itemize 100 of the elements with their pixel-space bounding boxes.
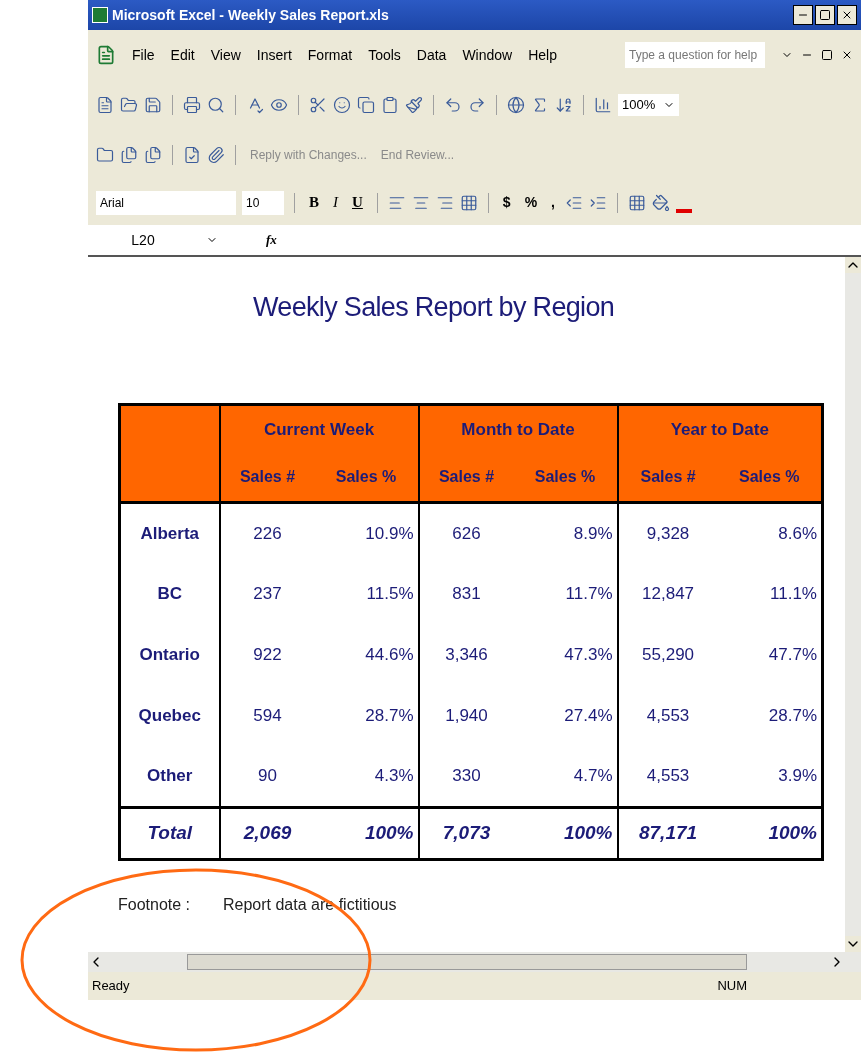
table-cell: 44.6%: [314, 624, 419, 685]
region-cell: Ontario: [119, 624, 220, 685]
horizontal-scrollbar[interactable]: [88, 952, 861, 972]
number-format-button[interactable]: ,: [547, 192, 559, 213]
new-icon[interactable]: [96, 96, 114, 114]
menu-item[interactable]: Edit: [170, 44, 195, 66]
table-cell: 4,553: [617, 685, 718, 746]
sort-icon[interactable]: [555, 96, 573, 114]
function-label[interactable]: fx: [266, 230, 277, 250]
table-cell: 922: [219, 624, 315, 685]
menu-item[interactable]: Insert: [256, 44, 292, 66]
menu-item[interactable]: Data: [416, 44, 447, 66]
cut-icon[interactable]: [309, 96, 327, 114]
table-cell: 831: [418, 563, 514, 624]
menu-item[interactable]: File: [132, 44, 155, 66]
table-cell: 90: [219, 746, 315, 807]
close-button[interactable]: [837, 5, 857, 25]
table-cell: 330: [418, 746, 514, 807]
menu-item[interactable]: Tools: [368, 44, 401, 66]
style-button[interactable]: B: [305, 191, 323, 214]
total-cell: 100%: [717, 807, 823, 859]
table-cell: 594: [219, 685, 315, 746]
number-format-button[interactable]: %: [520, 192, 542, 213]
table-cell: 8.9%: [513, 502, 618, 563]
table-cell: 28.7%: [717, 685, 823, 746]
table-cell: 626: [418, 502, 514, 563]
menu-item[interactable]: Format: [307, 44, 353, 66]
document-check-icon[interactable]: [183, 146, 201, 164]
scroll-thumb[interactable]: [186, 954, 747, 970]
status-indicator: NUM: [717, 977, 747, 996]
style-button[interactable]: U: [348, 191, 367, 214]
table-cell: 11.5%: [314, 563, 419, 624]
region-cell: Other: [119, 746, 220, 807]
maximize-button[interactable]: [815, 5, 835, 25]
menu-item[interactable]: Help: [528, 44, 557, 66]
workbook-icon: [96, 45, 116, 65]
column-header: Sales #: [418, 454, 514, 502]
column-group-header: Current Week: [219, 404, 419, 454]
column-group-header: Month to Date: [418, 404, 618, 454]
column-header: Sales #: [617, 454, 718, 502]
column-header: Sales %: [717, 454, 823, 502]
format-painter-icon[interactable]: [405, 96, 423, 114]
column-header: Sales #: [219, 454, 315, 502]
files-icon[interactable]: [144, 146, 162, 164]
files-icon[interactable]: [120, 146, 138, 164]
chart-icon[interactable]: [594, 96, 612, 114]
font-field[interactable]: Arial: [96, 190, 236, 215]
number-format-button[interactable]: $: [498, 192, 515, 213]
column-header: Sales %: [314, 454, 419, 502]
menu-item[interactable]: View: [210, 44, 241, 66]
region-cell: Alberta: [119, 502, 220, 563]
vertical-scrollbar[interactable]: [845, 257, 861, 952]
open-icon[interactable]: [120, 96, 138, 114]
smiley-icon[interactable]: [333, 96, 351, 114]
borders-icon[interactable]: [628, 193, 646, 212]
status-text: Ready: [92, 977, 130, 996]
style-button[interactable]: I: [329, 191, 342, 214]
scroll-down-icon[interactable]: [845, 936, 861, 952]
total-cell: 87,171: [617, 807, 718, 859]
table-cell: 9,328: [617, 502, 718, 563]
zoom-field[interactable]: 100%: [618, 94, 680, 116]
table-cell: 11.7%: [513, 563, 618, 624]
maximize-icon: [819, 9, 831, 21]
table-cell: 12,847: [617, 563, 718, 624]
name-box[interactable]: L20: [88, 225, 198, 255]
copy-icon[interactable]: [357, 96, 375, 114]
attachment-icon[interactable]: [207, 146, 225, 164]
table-cell: 3,346: [418, 624, 514, 685]
table-cell: 11.1%: [717, 563, 823, 624]
total-cell: 2,069: [219, 807, 315, 859]
scroll-up-icon[interactable]: [845, 257, 861, 273]
table-cell: 4.7%: [513, 746, 618, 807]
menu-item[interactable]: Window: [462, 44, 513, 66]
restore-icon[interactable]: [821, 49, 833, 61]
table-cell: 27.4%: [513, 685, 618, 746]
folder-icon[interactable]: [96, 146, 114, 164]
table-cell: 3.9%: [717, 746, 823, 807]
excel-icon: [92, 7, 108, 23]
total-cell: 7,073: [418, 807, 514, 859]
paste-icon[interactable]: [381, 96, 399, 114]
table-cell: 8.6%: [717, 502, 823, 563]
close-icon[interactable]: [841, 49, 853, 61]
table-cell: 47.3%: [513, 624, 618, 685]
region-cell: Quebec: [119, 685, 220, 746]
table-cell: 28.7%: [314, 685, 419, 746]
print-icon[interactable]: [183, 96, 201, 114]
redo-icon[interactable]: [468, 96, 486, 114]
help-search-field[interactable]: Type a question for help: [625, 42, 765, 68]
close-icon: [841, 9, 853, 21]
fill-color-icon[interactable]: [652, 193, 670, 212]
undo-icon[interactable]: [444, 96, 462, 114]
print-preview-icon[interactable]: [207, 96, 225, 114]
font-size-field[interactable]: 10: [242, 190, 284, 215]
total-cell: 100%: [314, 807, 419, 859]
minimize-button[interactable]: [793, 5, 813, 25]
report-title: Weekly Sales Report by Region: [253, 291, 616, 324]
total-cell: 100%: [513, 807, 618, 859]
region-cell: BC: [119, 563, 220, 624]
table-cell: 1,940: [418, 685, 514, 746]
save-icon[interactable]: [144, 96, 162, 114]
